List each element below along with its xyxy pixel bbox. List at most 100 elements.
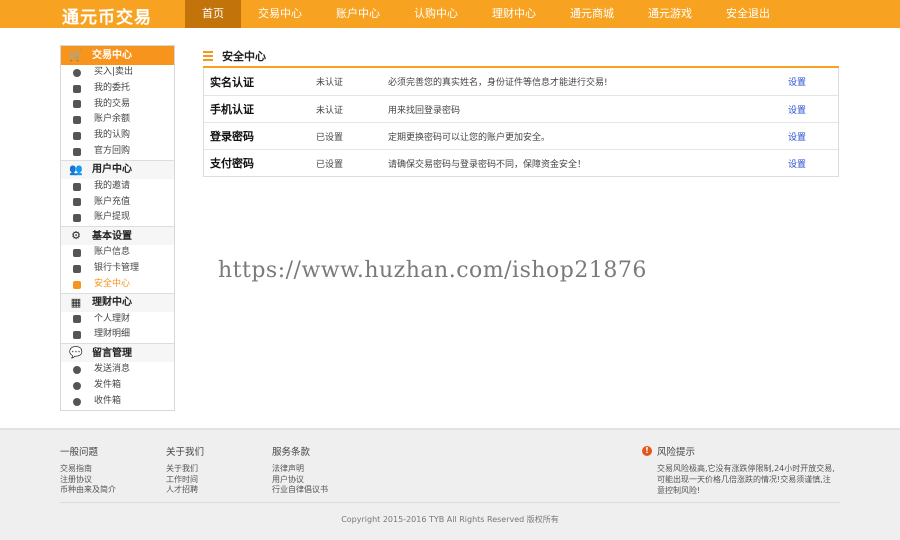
sidebar-item-send-message[interactable]: 发送消息 [61,362,174,378]
risk-notice-text: 交易风险极高,它没有涨跌停限制,24小时开放交易,可能出现一天价格几倍涨跌的情况… [657,464,835,495]
nav-account-center[interactable]: 账户中心 [319,0,397,28]
site-logo[interactable]: 通元币交易 [62,3,152,28]
sidebar-group-trade[interactable]: 🛒 交易中心 [61,46,174,65]
send-icon [73,366,81,375]
edit-icon [73,264,81,273]
sidebar-group-settings[interactable]: ⚙ 基本设置 [61,226,174,246]
sidebar-item-deposit[interactable]: 账户充值 [61,195,174,211]
coin-icon [73,68,81,77]
sidebar-item-label: 个人理财 [94,313,131,324]
setting-name: 实名认证 [210,75,254,89]
table-row: 登录密码 已设置 定期更换密码可以让您的账户更加安全。 设置 [204,122,838,149]
outbox-icon [73,381,81,390]
sidebar-item-buyback[interactable]: 官方回购 [61,144,174,160]
sidebar-item-label: 我的交易 [94,98,131,109]
sidebar-item-finance-details[interactable]: 理财明细 [61,327,174,343]
footer-column-title: 一般问题 [60,447,99,458]
sidebar-group-label: 基本设置 [92,230,132,242]
sidebar-item-label: 我的认购 [94,130,131,141]
list-icon [73,100,81,109]
setting-description: 请确保交易密码与登录密码不同，保障资金安全！ [388,159,587,170]
checkbox-icon [73,147,81,156]
sidebar-item-invitations[interactable]: 我的邀请 [61,179,174,195]
footer-column-general: 一般问题 交易指南 注册协议 币种由来及简介 [60,444,116,496]
footer-link[interactable]: 关于我们 [166,464,204,475]
footer-column-title: 服务条款 [272,447,311,458]
sidebar-group-label: 交易中心 [92,50,132,61]
sidebar-item-label: 官方回购 [94,145,131,156]
sidebar-item-label: 发送消息 [94,364,131,375]
sidebar-item-label: 发件箱 [94,379,122,390]
sidebar-item-balance[interactable]: 账户余额 [61,112,174,128]
nav-games[interactable]: 通元游戏 [631,0,709,28]
card-icon [73,198,81,207]
sidebar-item-label: 买入|卖出 [94,67,134,77]
setting-description: 定期更换密码可以让您的账户更加安全。 [388,132,551,143]
sidebar-group-finance[interactable]: ▦ 理财中心 [61,292,174,312]
message-icon: 💬 [69,346,83,360]
sidebar-group-messages[interactable]: 💬 留言管理 [61,343,174,363]
card-icon [73,214,81,223]
sidebar-item-withdraw[interactable]: 账户提现 [61,210,174,226]
footer-link[interactable]: 用户协议 [272,475,328,486]
person-icon [73,249,81,258]
nav-mall[interactable]: 通元商城 [553,0,631,28]
sidebar-item-bank-cards[interactable]: 银行卡管理 [61,261,174,277]
footer-link[interactable]: 人才招聘 [166,485,204,496]
nav-subscribe-center[interactable]: 认购中心 [397,0,475,28]
sidebar-item-label: 理财明细 [94,329,131,340]
footer-link[interactable]: 注册协议 [60,475,116,486]
footer-link[interactable]: 法律声明 [272,464,328,475]
sidebar-item-buy-sell[interactable]: 买入|卖出 [61,65,174,81]
sidebar-item-security[interactable]: 安全中心 [61,277,174,293]
setting-status: 已设置 [316,159,344,170]
sidebar-item-my-subscriptions[interactable]: 我的认购 [61,128,174,144]
risk-notice-title-text: 风险提示 [657,447,696,458]
nav-logout[interactable]: 安全退出 [709,0,787,28]
setting-name: 支付密码 [210,157,254,170]
bar-chart-icon [73,331,81,340]
footer: 一般问题 交易指南 注册协议 币种由来及简介 关于我们 关于我们 工作时间 人才… [0,428,900,540]
sidebar-group-label: 留言管理 [92,347,132,359]
sidebar-item-inbox[interactable]: 收件箱 [61,394,174,410]
sidebar-item-label: 我的邀请 [94,180,131,191]
cart-icon: 🛒 [69,48,83,62]
footer-column-title: 关于我们 [166,447,205,458]
sidebar-item-my-orders[interactable]: 我的委托 [61,81,174,97]
footer-link[interactable]: 行业自律倡议书 [272,485,328,496]
footer-column-terms: 服务条款 法律声明 用户协议 行业自律倡议书 [272,444,328,496]
sidebar-item-label: 账户信息 [94,247,131,258]
setting-action-link[interactable]: 设置 [788,130,828,143]
bar-chart-icon [73,315,81,324]
top-nav-bar: 通元币交易 首页 交易中心 账户中心 认购中心 理财中心 通元商城 通元游戏 安… [0,0,900,28]
lock-icon [73,280,81,289]
footer-link[interactable]: 币种由来及简介 [60,485,116,496]
sidebar-group-user[interactable]: 👥 用户中心 [61,159,174,179]
sidebar-item-label: 安全中心 [94,278,131,289]
sidebar-item-outbox[interactable]: 发件箱 [61,378,174,394]
sidebar-item-account-info[interactable]: 账户信息 [61,245,174,261]
setting-action-link[interactable]: 设置 [788,157,828,170]
footer-link[interactable]: 交易指南 [60,464,116,475]
table-row: 实名认证 未认证 必须完善您的真实姓名，身份证件等信息才能进行交易! 设置 [204,68,838,95]
inbox-icon [73,397,81,406]
sidebar-item-personal-finance[interactable]: 个人理财 [61,312,174,328]
setting-action-link[interactable]: 设置 [788,103,828,116]
user-icon: 👥 [69,162,83,176]
setting-action-link[interactable]: 设置 [788,75,828,88]
footer-column-about: 关于我们 关于我们 工作时间 人才招聘 [166,444,204,496]
sidebar-item-my-trades[interactable]: 我的交易 [61,97,174,113]
setting-status: 未认证 [316,105,344,116]
sidebar: 🛒 交易中心 买入|卖出 我的委托 我的交易 账户余额 我的认购 官方回购 👥 … [60,45,175,411]
finance-icon: ▦ [70,295,82,309]
document-icon [73,182,81,191]
nav-home[interactable]: 首页 [185,0,241,28]
footer-link[interactable]: 工作时间 [166,475,204,486]
sidebar-item-label: 我的委托 [94,82,131,93]
sidebar-item-label: 收件箱 [94,395,122,406]
setting-status: 未认证 [316,78,344,88]
nav-finance-center[interactable]: 理财中心 [475,0,553,28]
copyright-text: Copyright 2015-2016 TYB All Rights Reser… [341,515,559,524]
setting-name: 登录密码 [210,130,254,143]
nav-trade-center[interactable]: 交易中心 [241,0,319,28]
